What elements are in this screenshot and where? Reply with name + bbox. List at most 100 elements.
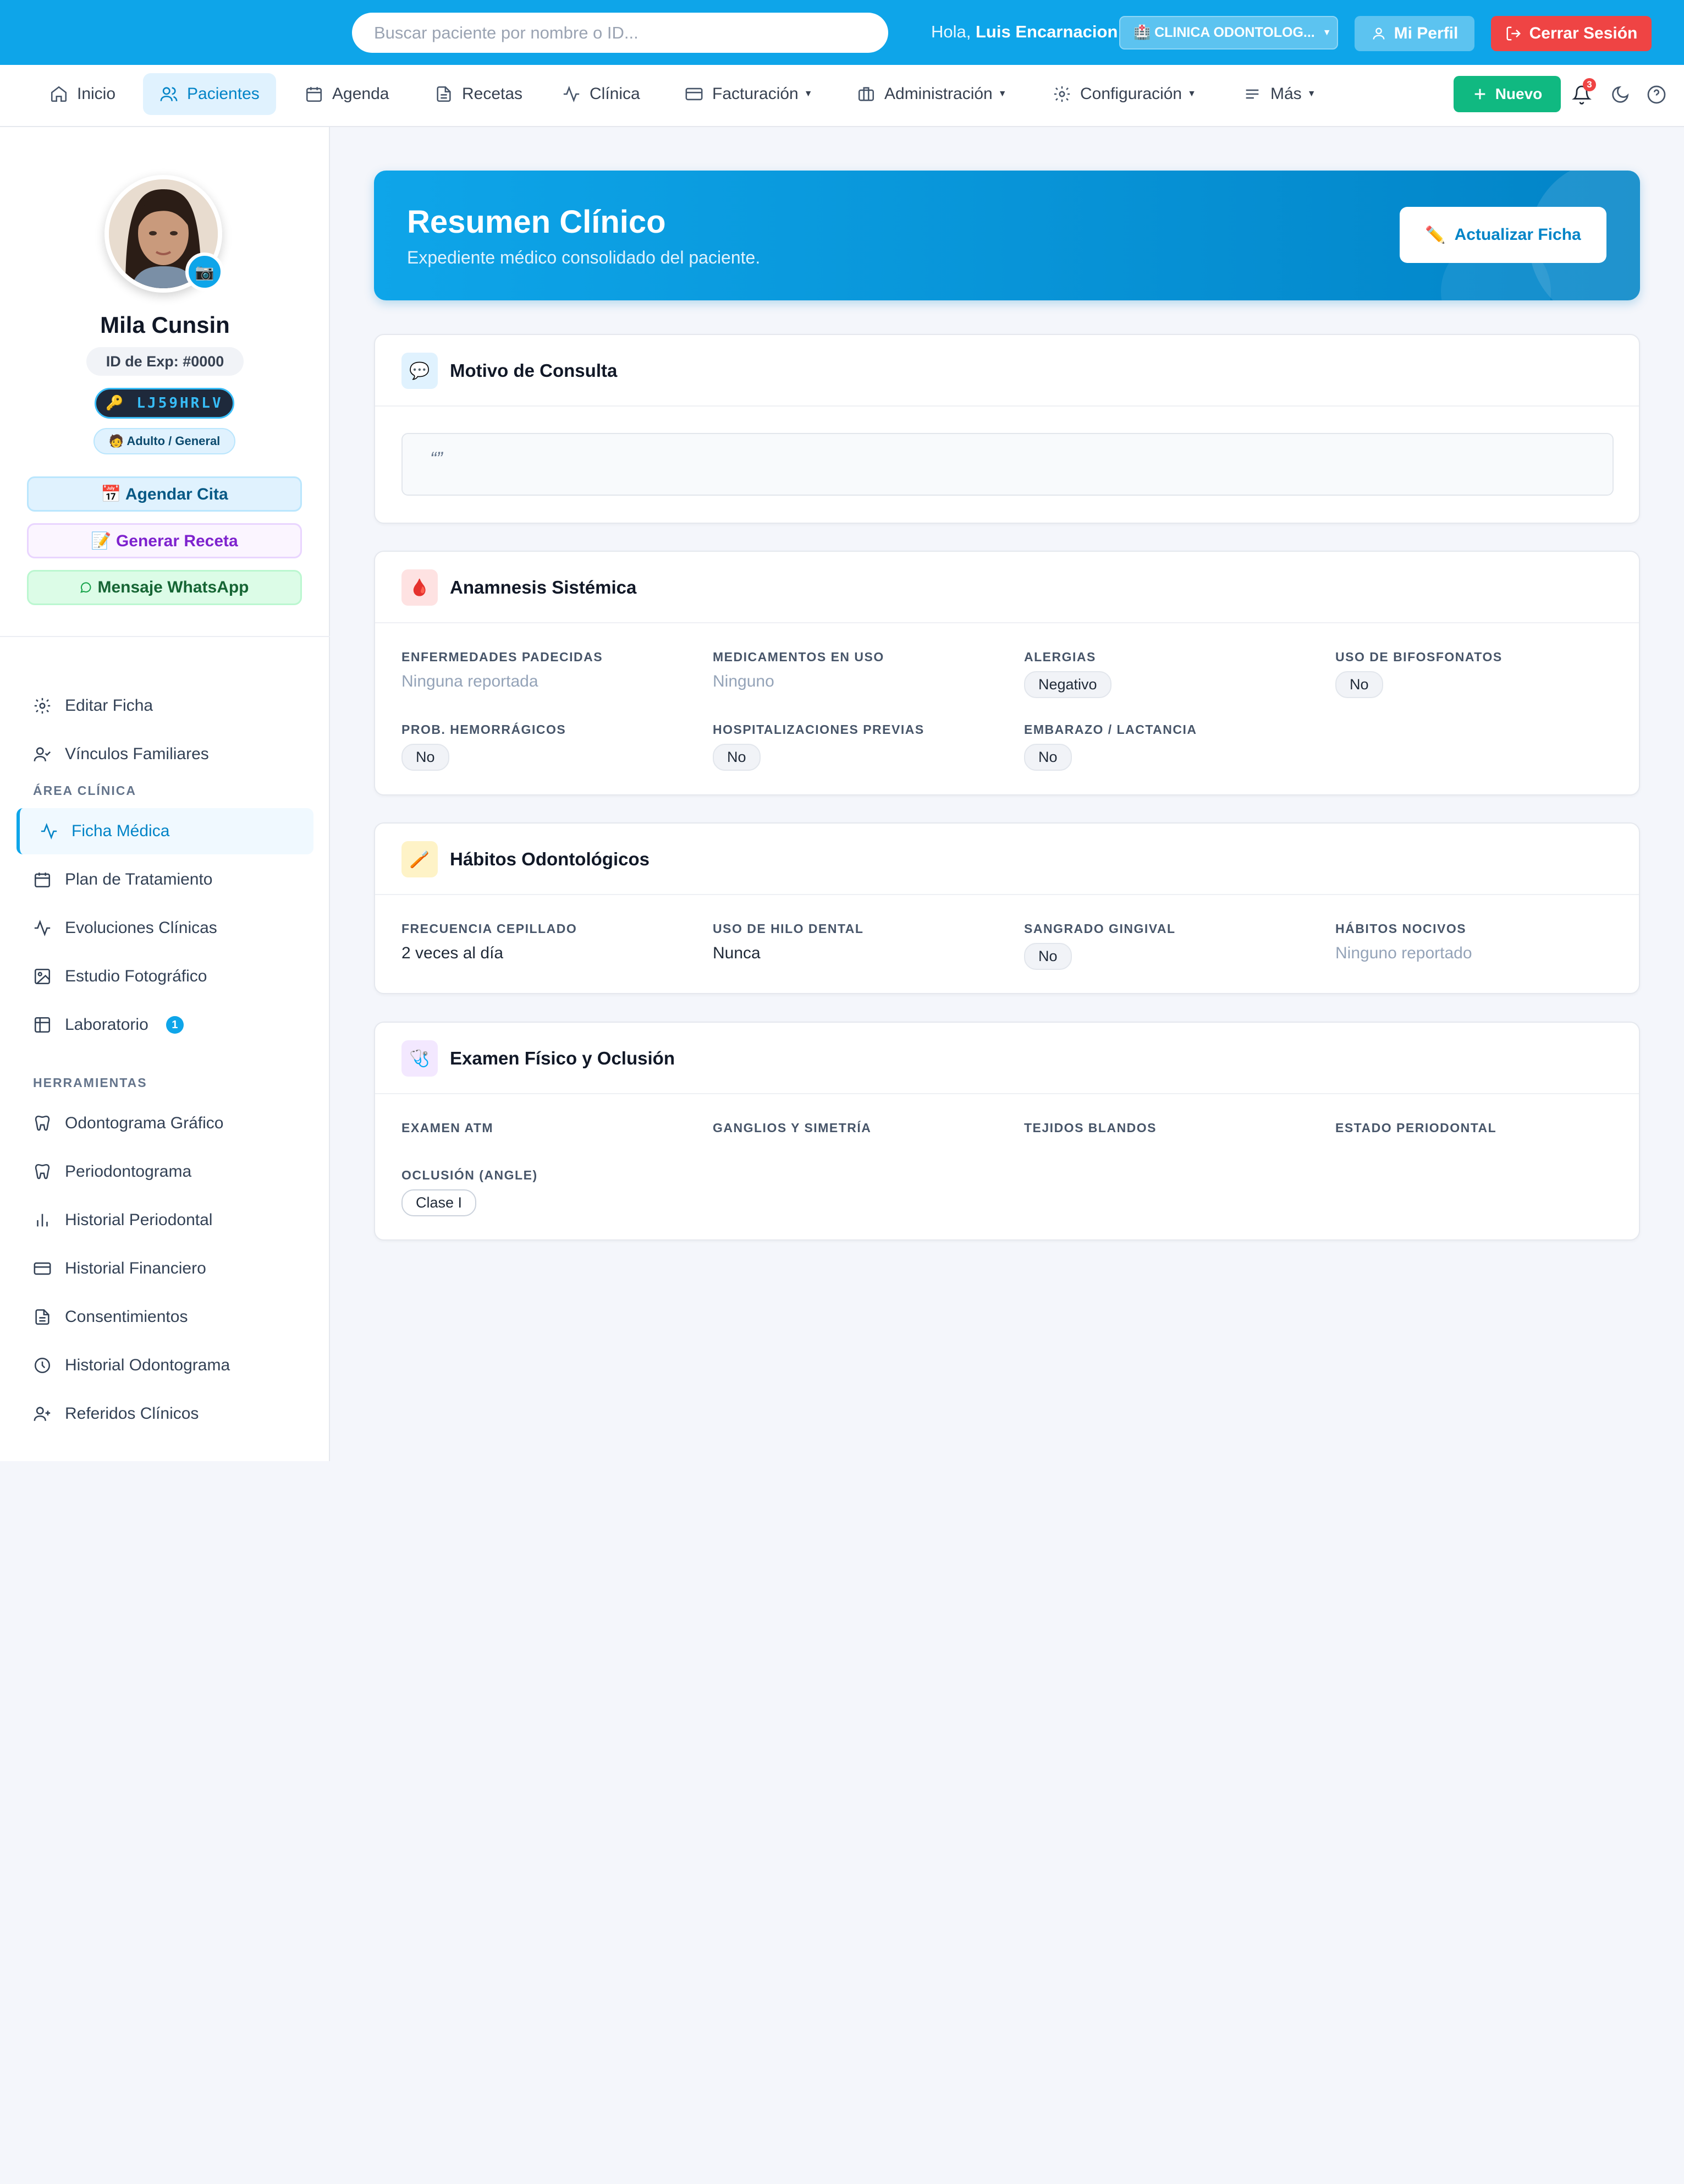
sidebar-item-consentimientos[interactable]: Consentimientos <box>16 1294 313 1340</box>
sidebar-item-plan-tratamiento[interactable]: Plan de Tratamiento <box>16 857 313 903</box>
status-badge: No <box>713 744 761 771</box>
sidebar-item-evoluciones[interactable]: Evoluciones Clínicas <box>16 905 313 951</box>
update-record-button[interactable]: ✏️ Actualizar Ficha <box>1400 207 1606 263</box>
nav-item-mas[interactable]: Más ▼ <box>1226 73 1333 115</box>
field-oclusion: OCLUSIÓN (ANGLE) Clase I <box>401 1168 538 1216</box>
sidebar-item-label: Historial Financiero <box>65 1259 206 1277</box>
sidebar-item-label: Estudio Fotográfico <box>65 967 207 985</box>
field-label: HÁBITOS NOCIVOS <box>1335 921 1467 936</box>
field-label: USO DE HILO DENTAL <box>713 921 864 936</box>
card-title: Examen Físico y Oclusión <box>450 1048 675 1068</box>
sidebar-item-periodontograma[interactable]: Periodontograma <box>16 1149 313 1195</box>
field-alergias: ALERGIAS Negativo <box>1024 650 1111 698</box>
gear-icon <box>34 698 51 714</box>
field-label: HOSPITALIZACIONES PREVIAS <box>713 722 924 737</box>
field-ganglios: GANGLIOS Y SIMETRÍA <box>713 1121 871 1135</box>
field-label: OCLUSIÓN (ANGLE) <box>401 1168 538 1182</box>
nav-item-clinica[interactable]: Clínica <box>546 73 657 115</box>
sidebar-item-odontograma-grafico[interactable]: Odontograma Gráfico <box>16 1100 313 1146</box>
notifications-button[interactable]: 3 <box>1572 78 1596 106</box>
sidebar-item-historial-financiero[interactable]: Historial Financiero <box>16 1245 313 1292</box>
logout-label: Cerrar Sesión <box>1529 24 1638 42</box>
nav-label: Agenda <box>332 85 389 103</box>
tooth-icon <box>35 1164 50 1179</box>
nav-label: Pacientes <box>187 85 260 103</box>
field-label: ESTADO PERIODONTAL <box>1335 1121 1497 1135</box>
new-button[interactable]: Nuevo <box>1454 76 1561 112</box>
sidebar-item-laboratorio[interactable]: Laboratorio 1 <box>16 1002 313 1048</box>
profile-button[interactable]: Mi Perfil <box>1355 16 1474 51</box>
nav-label: Inicio <box>77 85 116 103</box>
logout-button[interactable]: Cerrar Sesión <box>1491 16 1652 51</box>
sidebar-item-historial-odontograma[interactable]: Historial Odontograma <box>16 1342 313 1389</box>
sidebar-item-label: Plan de Tratamiento <box>65 870 213 888</box>
user-check-icon <box>34 747 51 761</box>
nav-item-pacientes[interactable]: Pacientes <box>143 73 276 115</box>
field-label: SANGRADO GINGIVAL <box>1024 921 1176 936</box>
user-plus-icon <box>34 1407 51 1421</box>
sidebar-item-estudio-fotografico[interactable]: Estudio Fotográfico <box>16 953 313 1000</box>
whatsapp-message-button[interactable]: Mensaje WhatsApp <box>27 570 302 605</box>
menu-icon <box>1246 89 1259 99</box>
main-nav: Inicio Pacientes Agenda Recetas Clínica … <box>0 65 1684 127</box>
field-hemorragicos: PROB. HEMORRÁGICOS No <box>401 722 566 771</box>
field-label: ALERGIAS <box>1024 650 1096 664</box>
nav-label: Configuración <box>1080 85 1182 103</box>
patient-category-badge: 🧑 Adulto / General <box>93 428 235 454</box>
field-medicamentos: MEDICAMENTOS EN USO Ninguno <box>713 650 884 691</box>
field-label: ENFERMEDADES PADECIDAS <box>401 650 603 664</box>
activity-icon <box>563 86 580 102</box>
patient-sidebar: 📷 Mila Cunsin ID de Exp: #0000 🔑 LJ59HRL… <box>0 127 330 1461</box>
field-hilo-dental: USO DE HILO DENTAL Nunca <box>713 921 863 963</box>
field-tejidos-blandos: TEJIDOS BLANDOS <box>1024 1121 1157 1135</box>
calendar-icon <box>306 87 322 102</box>
field-examen-atm: EXAMEN ATM <box>401 1121 493 1135</box>
help-icon[interactable] <box>1647 85 1666 105</box>
nav-item-recetas[interactable]: Recetas <box>418 73 539 115</box>
camera-icon[interactable]: 📷 <box>185 253 224 291</box>
moon-icon[interactable] <box>1610 85 1630 105</box>
sidebar-item-label: Ficha Médica <box>71 822 170 840</box>
record-id-badge: ID de Exp: #0000 <box>86 347 244 376</box>
sidebar-item-referidos[interactable]: Referidos Clínicos <box>16 1391 313 1437</box>
nav-item-inicio[interactable]: Inicio <box>33 73 132 115</box>
examen-fisico-card: 🩺 Examen Físico y Oclusión EXAMEN ATM GA… <box>374 1022 1640 1241</box>
page-title: Resumen Clínico <box>407 204 666 240</box>
nav-item-agenda[interactable]: Agenda <box>288 73 405 115</box>
status-badge: No <box>1024 744 1072 771</box>
user-greeting: Hola, Luis Encarnacion <box>931 22 1118 42</box>
nav-item-configuracion[interactable]: Configuración ▼ <box>1036 73 1213 115</box>
status-badge: No <box>1335 671 1383 698</box>
field-bifosfonatos: USO DE BIFOSFONATOS No <box>1335 650 1503 698</box>
anamnesis-card: 🩸 Anamnesis Sistémica ENFERMEDADES PADEC… <box>374 551 1640 795</box>
sidebar-item-historial-periodontal[interactable]: Historial Periodontal <box>16 1197 313 1243</box>
nav-item-administracion[interactable]: Administración ▼ <box>840 73 1023 115</box>
nav-label: Más <box>1270 85 1302 103</box>
sidebar-item-label: Historial Odontograma <box>65 1356 230 1374</box>
card-header: 🩸 Anamnesis Sistémica <box>375 552 1639 623</box>
field-value: 2 veces al día <box>401 944 504 962</box>
field-label: MEDICAMENTOS EN USO <box>713 650 884 664</box>
sidebar-item-vinculos[interactable]: Vínculos Familiares <box>16 731 313 777</box>
toothbrush-icon: 🪥 <box>401 841 438 877</box>
sidebar-item-ficha-medica[interactable]: Ficha Médica <box>16 808 313 854</box>
sidebar-item-label: Referidos Clínicos <box>65 1404 199 1423</box>
patient-access-code[interactable]: 🔑 LJ59HRLV <box>95 388 234 419</box>
generate-prescription-button[interactable]: 📝 Generar Receta <box>27 523 302 558</box>
field-enfermedades: ENFERMEDADES PADECIDAS Ninguna reportada <box>401 650 603 691</box>
user-name: Luis Encarnacion <box>976 22 1118 41</box>
search-input[interactable]: Buscar paciente por nombre o ID... <box>352 13 888 53</box>
schedule-appointment-button[interactable]: 📅 Agendar Cita <box>27 476 302 512</box>
nav-label: Clínica <box>590 85 640 103</box>
page-subtitle: Expediente médico consolidado del pacien… <box>407 248 761 267</box>
users-icon <box>160 87 178 101</box>
sidebar-item-editar-ficha[interactable]: Editar Ficha <box>16 683 313 729</box>
sidebar-item-label: Periodontograma <box>65 1162 192 1181</box>
patient-name: Mila Cunsin <box>100 312 230 338</box>
clinic-selector[interactable]: 🏥 CLINICA ODONTOLOG... ▼ <box>1119 16 1338 50</box>
pencil-icon: ✏️ <box>1425 226 1446 244</box>
nav-item-facturacion[interactable]: Facturación ▼ <box>668 73 829 115</box>
card-header: 🪥 Hábitos Odontológicos <box>375 824 1639 895</box>
new-label: Nuevo <box>1495 85 1543 102</box>
document-icon <box>35 1309 49 1325</box>
